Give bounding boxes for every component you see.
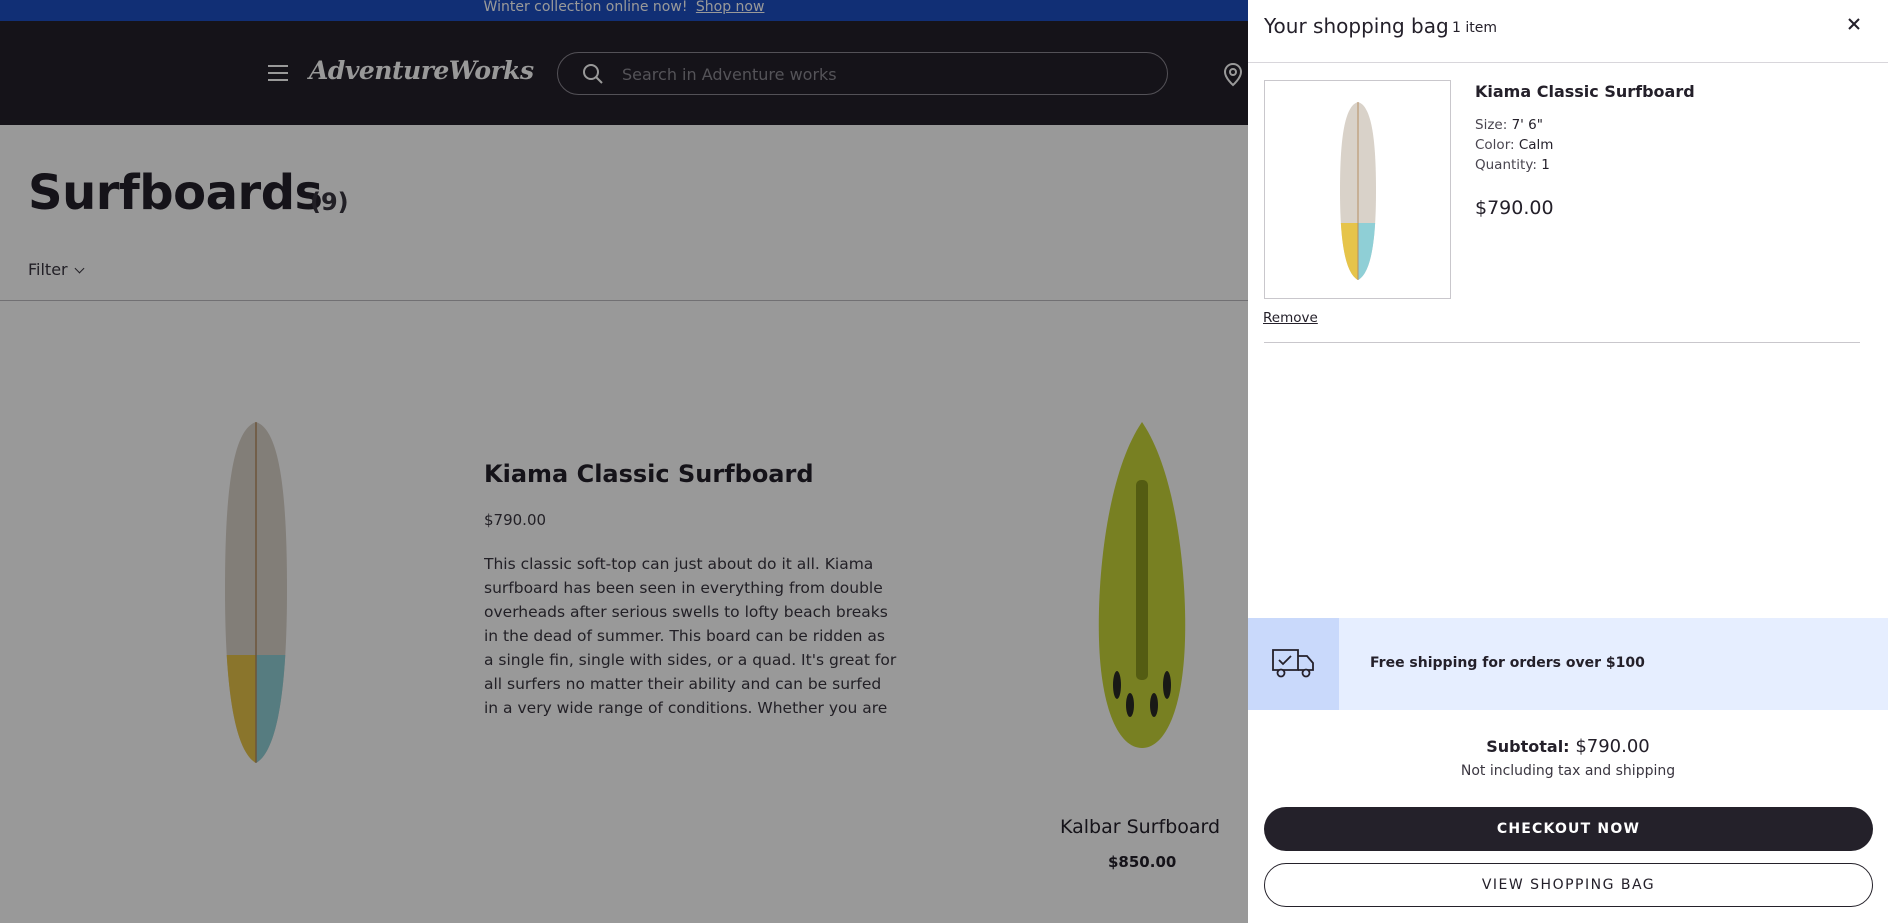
subtotal: Subtotal: $790.00 xyxy=(1248,736,1888,757)
shipping-message: Free shipping for orders over $100 xyxy=(1370,655,1645,671)
cart-item-size: Size: 7' 6" xyxy=(1475,117,1543,133)
view-shopping-bag-button[interactable]: VIEW SHOPPING BAG xyxy=(1264,863,1873,907)
shopping-bag-drawer: Your shopping bag 1 item Kiama Classic S… xyxy=(1248,0,1888,923)
subtotal-note: Not including tax and shipping xyxy=(1460,763,1676,779)
divider xyxy=(1248,62,1888,63)
free-shipping-banner: Free shipping for orders over $100 xyxy=(1248,618,1888,710)
remove-item-link[interactable]: Remove xyxy=(1263,310,1318,326)
delivery-truck-icon xyxy=(1272,649,1314,678)
color-label: Color: xyxy=(1475,137,1515,153)
cart-item-image[interactable] xyxy=(1264,80,1451,299)
drawer-title: Your shopping bag xyxy=(1264,14,1449,38)
color-value: Calm xyxy=(1518,137,1554,153)
cart-item-color: Color: Calm xyxy=(1475,137,1553,153)
divider xyxy=(1264,342,1860,343)
cart-item-quantity: Quantity: 1 xyxy=(1475,157,1550,173)
quantity-value: 1 xyxy=(1541,157,1550,173)
cart-item-price: $790.00 xyxy=(1475,197,1554,219)
cart-item-name[interactable]: Kiama Classic Surfboard xyxy=(1475,82,1695,101)
size-label: Size: xyxy=(1475,117,1508,133)
size-value: 7' 6" xyxy=(1511,117,1543,133)
checkout-button[interactable]: CHECKOUT NOW xyxy=(1264,807,1873,851)
item-count: 1 item xyxy=(1452,20,1497,36)
subtotal-value: $790.00 xyxy=(1575,736,1650,757)
subtotal-label: Subtotal: xyxy=(1486,737,1570,756)
close-icon[interactable] xyxy=(1844,14,1864,34)
delivery-icon-box xyxy=(1248,618,1339,710)
quantity-label: Quantity: xyxy=(1475,157,1537,173)
